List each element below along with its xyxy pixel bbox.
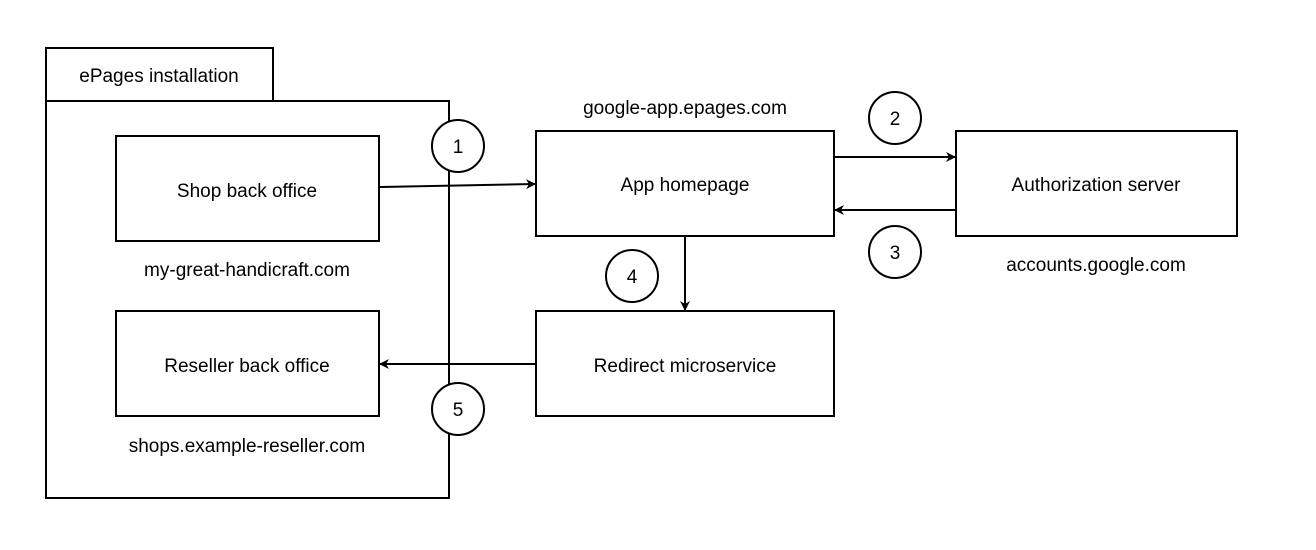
step-1: 1 (431, 119, 485, 173)
node-shop-back-office: Shop back office my-great-handicraft.com (115, 135, 380, 281)
diagram: ePages installation Shop back office my-… (45, 47, 1238, 499)
node-label: Reseller back office (164, 356, 329, 377)
svg-text:5: 5 (453, 400, 464, 421)
step-3: 3 (868, 225, 922, 279)
container-title: ePages installation (79, 66, 239, 87)
edge-shop-to-app (378, 179, 536, 190)
node-redirect-microservice: Redirect microservice (535, 310, 835, 417)
node-label: Authorization server (1012, 175, 1182, 196)
node-label: Redirect microservice (594, 356, 777, 377)
node-authorization-server: Authorization server accounts.google.com (955, 130, 1238, 276)
node-label: Shop back office (177, 181, 317, 202)
svg-text:4: 4 (627, 267, 638, 288)
node-domain: accounts.google.com (1006, 255, 1186, 276)
svg-text:1: 1 (453, 137, 464, 158)
svg-text:2: 2 (890, 109, 901, 130)
node-app-homepage: App homepage google-app.epages.com (535, 98, 835, 237)
step-2: 2 (868, 91, 922, 145)
node-domain: shops.example-reseller.com (129, 436, 366, 457)
node-domain: google-app.epages.com (583, 98, 787, 119)
node-domain: my-great-handicraft.com (144, 260, 350, 281)
node-reseller-back-office: Reseller back office shops.example-resel… (115, 310, 380, 457)
node-label: App homepage (621, 175, 750, 196)
svg-text:3: 3 (890, 243, 901, 264)
step-4: 4 (605, 249, 659, 303)
step-5: 5 (431, 382, 485, 436)
